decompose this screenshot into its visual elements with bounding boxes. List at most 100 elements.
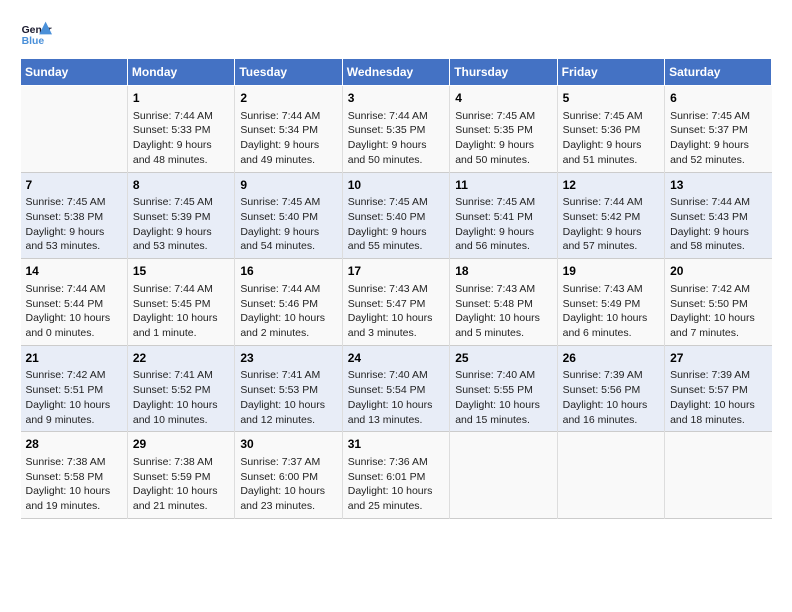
calendar-cell: 21Sunrise: 7:42 AMSunset: 5:51 PMDayligh… [21,345,128,432]
cell-info-line: Sunrise: 7:44 AM [670,195,766,210]
calendar-cell: 30Sunrise: 7:37 AMSunset: 6:00 PMDayligh… [235,432,342,519]
cell-info-line: and 0 minutes. [26,326,122,341]
calendar-cell: 15Sunrise: 7:44 AMSunset: 5:45 PMDayligh… [127,259,234,346]
cell-info-line: Daylight: 10 hours [348,311,444,326]
cell-info-line: and 6 minutes. [563,326,659,341]
day-number: 30 [240,436,336,453]
cell-info-line: and 58 minutes. [670,239,766,254]
cell-info-line: Sunset: 5:54 PM [348,383,444,398]
day-number: 17 [348,263,444,280]
cell-info-line: Sunrise: 7:41 AM [240,368,336,383]
column-header-monday: Monday [127,59,234,86]
cell-info-line: Sunrise: 7:45 AM [670,109,766,124]
cell-info-line: Sunrise: 7:44 AM [133,282,229,297]
cell-info-line: and 21 minutes. [133,499,229,514]
cell-info-line: Sunrise: 7:45 AM [455,109,551,124]
cell-info-line: Sunrise: 7:36 AM [348,455,444,470]
calendar-cell: 17Sunrise: 7:43 AMSunset: 5:47 PMDayligh… [342,259,449,346]
cell-info-line: Daylight: 9 hours [563,225,659,240]
cell-info-line: Sunrise: 7:45 AM [455,195,551,210]
cell-info-line: Sunset: 5:41 PM [455,210,551,225]
cell-info-line: Sunset: 5:56 PM [563,383,659,398]
day-number: 29 [133,436,229,453]
calendar-cell [21,86,128,173]
cell-info-line: and 57 minutes. [563,239,659,254]
day-number: 13 [670,177,766,194]
cell-info-line: Sunrise: 7:43 AM [563,282,659,297]
day-number: 2 [240,90,336,107]
cell-info-line: Sunset: 6:00 PM [240,470,336,485]
calendar-cell: 4Sunrise: 7:45 AMSunset: 5:35 PMDaylight… [450,86,557,173]
cell-info-line: Sunset: 5:42 PM [563,210,659,225]
cell-info-line: Sunrise: 7:43 AM [348,282,444,297]
day-number: 19 [563,263,659,280]
cell-info-line: Sunset: 5:34 PM [240,123,336,138]
calendar-table: SundayMondayTuesdayWednesdayThursdayFrid… [20,58,772,519]
cell-info-line: Sunset: 5:37 PM [670,123,766,138]
day-number: 7 [26,177,122,194]
day-number: 16 [240,263,336,280]
cell-info-line: and 50 minutes. [348,153,444,168]
cell-info-line: Sunset: 5:36 PM [563,123,659,138]
cell-info-line: Sunrise: 7:38 AM [133,455,229,470]
cell-info-line: and 3 minutes. [348,326,444,341]
cell-info-line: Sunrise: 7:42 AM [26,368,122,383]
cell-info-line: and 10 minutes. [133,413,229,428]
logo: General Blue [20,20,52,48]
calendar-cell: 12Sunrise: 7:44 AMSunset: 5:42 PMDayligh… [557,172,664,259]
cell-info-line: and 54 minutes. [240,239,336,254]
header-row: SundayMondayTuesdayWednesdayThursdayFrid… [21,59,772,86]
cell-info-line: and 13 minutes. [348,413,444,428]
week-row: 1Sunrise: 7:44 AMSunset: 5:33 PMDaylight… [21,86,772,173]
cell-info-line: Sunrise: 7:44 AM [348,109,444,124]
calendar-cell: 10Sunrise: 7:45 AMSunset: 5:40 PMDayligh… [342,172,449,259]
cell-info-line: Sunset: 5:38 PM [26,210,122,225]
day-number: 14 [26,263,122,280]
cell-info-line: Daylight: 9 hours [240,138,336,153]
cell-info-line: Daylight: 10 hours [455,311,551,326]
day-number: 1 [133,90,229,107]
cell-info-line: and 16 minutes. [563,413,659,428]
cell-info-line: Sunset: 5:55 PM [455,383,551,398]
cell-info-line: Sunrise: 7:41 AM [133,368,229,383]
cell-info-line: Daylight: 9 hours [670,138,766,153]
calendar-cell: 1Sunrise: 7:44 AMSunset: 5:33 PMDaylight… [127,86,234,173]
cell-info-line: and 52 minutes. [670,153,766,168]
calendar-cell: 16Sunrise: 7:44 AMSunset: 5:46 PMDayligh… [235,259,342,346]
cell-info-line: Sunrise: 7:44 AM [133,109,229,124]
calendar-cell: 24Sunrise: 7:40 AMSunset: 5:54 PMDayligh… [342,345,449,432]
cell-info-line: Sunrise: 7:45 AM [563,109,659,124]
day-number: 27 [670,350,766,367]
cell-info-line: and 51 minutes. [563,153,659,168]
cell-info-line: Daylight: 10 hours [26,484,122,499]
cell-info-line: Sunset: 5:35 PM [348,123,444,138]
cell-info-line: Sunrise: 7:44 AM [240,109,336,124]
cell-info-line: Daylight: 10 hours [563,398,659,413]
cell-info-line: Sunrise: 7:44 AM [563,195,659,210]
day-number: 3 [348,90,444,107]
cell-info-line: Sunrise: 7:45 AM [240,195,336,210]
cell-info-line: Sunset: 5:51 PM [26,383,122,398]
cell-info-line: and 18 minutes. [670,413,766,428]
cell-info-line: Sunset: 5:45 PM [133,297,229,312]
cell-info-line: and 1 minute. [133,326,229,341]
cell-info-line: Daylight: 9 hours [455,138,551,153]
cell-info-line: and 12 minutes. [240,413,336,428]
calendar-cell: 29Sunrise: 7:38 AMSunset: 5:59 PMDayligh… [127,432,234,519]
column-header-tuesday: Tuesday [235,59,342,86]
cell-info-line: Sunrise: 7:45 AM [348,195,444,210]
calendar-cell: 14Sunrise: 7:44 AMSunset: 5:44 PMDayligh… [21,259,128,346]
calendar-cell [665,432,772,519]
day-number: 4 [455,90,551,107]
cell-info-line: Daylight: 9 hours [240,225,336,240]
cell-info-line: and 50 minutes. [455,153,551,168]
cell-info-line: Sunrise: 7:37 AM [240,455,336,470]
calendar-cell: 18Sunrise: 7:43 AMSunset: 5:48 PMDayligh… [450,259,557,346]
column-header-sunday: Sunday [21,59,128,86]
cell-info-line: Daylight: 10 hours [240,311,336,326]
calendar-cell: 5Sunrise: 7:45 AMSunset: 5:36 PMDaylight… [557,86,664,173]
calendar-cell: 8Sunrise: 7:45 AMSunset: 5:39 PMDaylight… [127,172,234,259]
cell-info-line: and 56 minutes. [455,239,551,254]
cell-info-line: Daylight: 9 hours [133,225,229,240]
cell-info-line: Sunset: 5:59 PM [133,470,229,485]
